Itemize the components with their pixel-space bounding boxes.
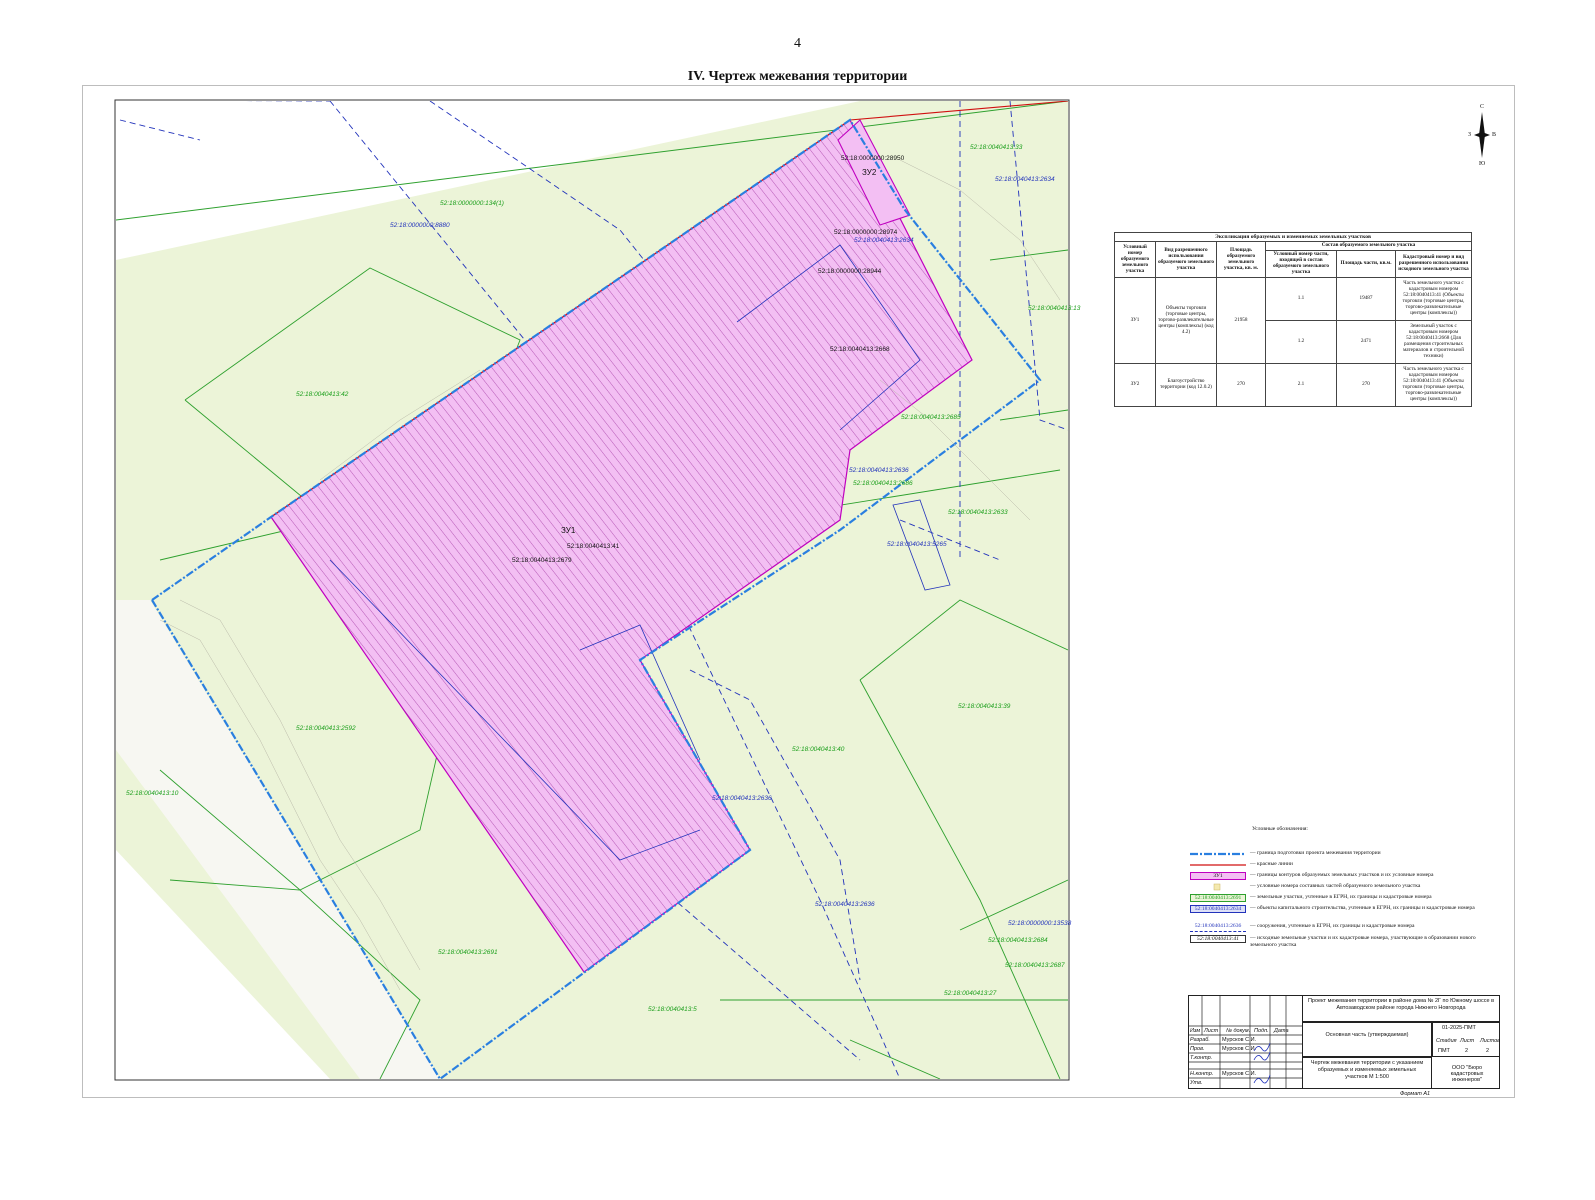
stamp-part-cell	[1302, 1022, 1432, 1057]
map-label: 52:18:0040413:2685	[901, 414, 961, 421]
col-part-area: Площадь части, кв.м.	[1336, 250, 1396, 279]
map-label: 52:18:0040413:40	[792, 746, 845, 753]
col-use: Вид разрешенного использования образуемо…	[1155, 241, 1217, 279]
map-label: 52:18:0040413:39	[958, 703, 1011, 710]
cell: Земельный участок с кадастровым номером …	[1395, 320, 1472, 365]
cell: Объекты торговли (торговые центры, торго…	[1155, 277, 1217, 365]
stamp-format: Формат А1	[1400, 1091, 1431, 1097]
stamp-stage: ПМТ	[1438, 1048, 1450, 1054]
map-label: 52:18:0040413:33	[970, 144, 1023, 151]
cell: Благоустройство территории (код 12.0.2)	[1155, 363, 1217, 408]
map-label: 52:18:0040413:2687	[1005, 962, 1065, 969]
stamp-sheet: 2	[1465, 1048, 1469, 1054]
stamp-part: Основная часть (утверждаемая)	[1325, 1032, 1409, 1038]
plot-symbol: ЗУ1	[1190, 872, 1246, 880]
col-area: Площадь образуемого земельного участка, …	[1216, 241, 1266, 279]
explication-caption: Экспликация образуемых и изменяемых земе…	[1114, 232, 1472, 242]
map-label: 52:18:0000000:134(1)	[440, 200, 504, 207]
map-label: 52:18:0040413:2634	[995, 176, 1055, 183]
stamp-drawing: Чертеж межевания территории с указанием …	[1310, 1060, 1424, 1081]
map-label: 52:18:0040413:10	[126, 790, 179, 797]
plot-label-zu1: ЗУ1	[561, 526, 576, 535]
col-num: Условный номер образуемого земельного уч…	[1114, 241, 1156, 279]
cell: 2.1	[1265, 363, 1337, 408]
stamp-code: 01-2025-ПМТ	[1442, 1025, 1476, 1031]
capital-object-symbol: 52:18:0040413:2634	[1190, 905, 1246, 913]
stamp-project: Проект межевания территории в районе дом…	[1307, 998, 1495, 1012]
legend-text: — границы контуров образуемых земельных …	[1250, 872, 1434, 878]
explication-table: Экспликация образуемых и изменяемых земе…	[1114, 232, 1472, 408]
cell: ЗУ1	[1114, 277, 1156, 365]
cell: 270	[1216, 363, 1266, 408]
map-label: 52:18:0040413:2636	[849, 467, 909, 474]
cell: 270	[1336, 363, 1396, 408]
legend-text: — граница подготовки проекта межевания т…	[1250, 850, 1381, 856]
legend-text: — земельные участки, учтенные в ЕГРН, их…	[1250, 894, 1432, 900]
map-label: 52:18:0040413:27	[944, 990, 997, 997]
stamp-grid	[1188, 995, 1302, 1089]
map-label: 52:18:0000000:28944	[818, 268, 882, 275]
cell: 1.2	[1265, 320, 1337, 365]
col-cad: Кадастровый номер и вид разрешенного исп…	[1395, 250, 1472, 279]
map-label: 52:18:0040413:2691	[438, 949, 498, 956]
table-row: ЗУ1 Объекты торговли (торговые центры, т…	[1114, 277, 1472, 365]
cell: 21958	[1216, 277, 1266, 365]
egrn-parcel-symbol: 52:18:0040413:2691	[1190, 894, 1246, 902]
legend-text: — объекты капитального строительства, уч…	[1250, 905, 1475, 911]
map-label: 52:18:0040413:2668	[830, 346, 890, 353]
red-line-icon	[1190, 864, 1246, 866]
map-label: 52:18:0040413:2633	[948, 509, 1008, 516]
legend-text: — условные номера составных частей образ…	[1250, 883, 1421, 889]
stamp-stage-header: Стадия	[1436, 1038, 1457, 1044]
table-row: ЗУ2 Благоустройство территории (код 12.0…	[1114, 363, 1472, 408]
cell: ЗУ2	[1114, 363, 1156, 408]
plot-label-zu2: ЗУ2	[862, 168, 877, 177]
part-number-icon	[1213, 883, 1221, 891]
map-label: 52:18:0000000:8880	[390, 222, 450, 229]
map-label: 52:18:0040413:5265	[887, 541, 947, 548]
col-part: Условный номер части, входящей в состав …	[1265, 250, 1337, 279]
stamp-sheets-header: Листов	[1480, 1038, 1501, 1044]
cell: 2471	[1336, 320, 1396, 365]
map-label: 52:18:0040413:2636	[815, 901, 875, 908]
cell: 1.1	[1265, 277, 1337, 322]
map-label: 52:18:0040413:42	[296, 391, 349, 398]
legend-text: — сооружения, учтенные в ЕГРН, их границ…	[1250, 923, 1415, 929]
map-label: 52:18:0000000:28974	[834, 229, 898, 236]
stamp-org: ООО "Бюро кадастровых инженеров"	[1450, 1065, 1484, 1083]
legend-text: — красные линии	[1250, 861, 1293, 867]
north-arrow: С З В Ю	[1466, 100, 1498, 170]
cell: Часть земельного участка с кадастровым н…	[1395, 277, 1472, 322]
map-label: 52:18:0040413:2634	[854, 237, 914, 244]
map-label: 52:18:0040413:2592	[296, 725, 356, 732]
compass-rose-icon	[1474, 112, 1490, 158]
map-label: 52:18:0040413:2684	[988, 937, 1048, 944]
project-boundary-icon	[1190, 852, 1246, 856]
legend-text: — исходные земельные участки и их кадаст…	[1250, 935, 1476, 948]
map-label: 52:18:0040413:13	[1028, 305, 1081, 312]
map-label: 52:18:0000000:13538	[1008, 920, 1072, 927]
map-label: 52:18:0040413:5	[648, 1006, 697, 1013]
stamp-sheets: 2	[1486, 1048, 1490, 1054]
title-block: Проект межевания территории в районе дом…	[1188, 995, 1500, 1098]
legend-title: Условные обозначения:	[1252, 826, 1308, 832]
map-label: 52:18:0040413:2679	[512, 557, 572, 564]
map-label: 52:18:0040413:2686	[853, 480, 913, 487]
structure-symbol: 52:18:0040413:2636	[1190, 923, 1246, 932]
source-parcel-symbol: 52:18:0040413:41	[1190, 935, 1246, 943]
map-label: 52:18:0000000:28950	[841, 155, 905, 162]
stamp-sheet-header: Лист	[1460, 1038, 1475, 1044]
map-label: 52:18:0040413:2636	[712, 795, 772, 802]
map-label: 52:18:0040413:41	[567, 543, 620, 550]
cell: Часть земельного участка с кадастровым н…	[1395, 363, 1472, 408]
col-composition: Состав образуемого земельного участка	[1265, 241, 1472, 252]
cell: 19487	[1336, 277, 1396, 322]
